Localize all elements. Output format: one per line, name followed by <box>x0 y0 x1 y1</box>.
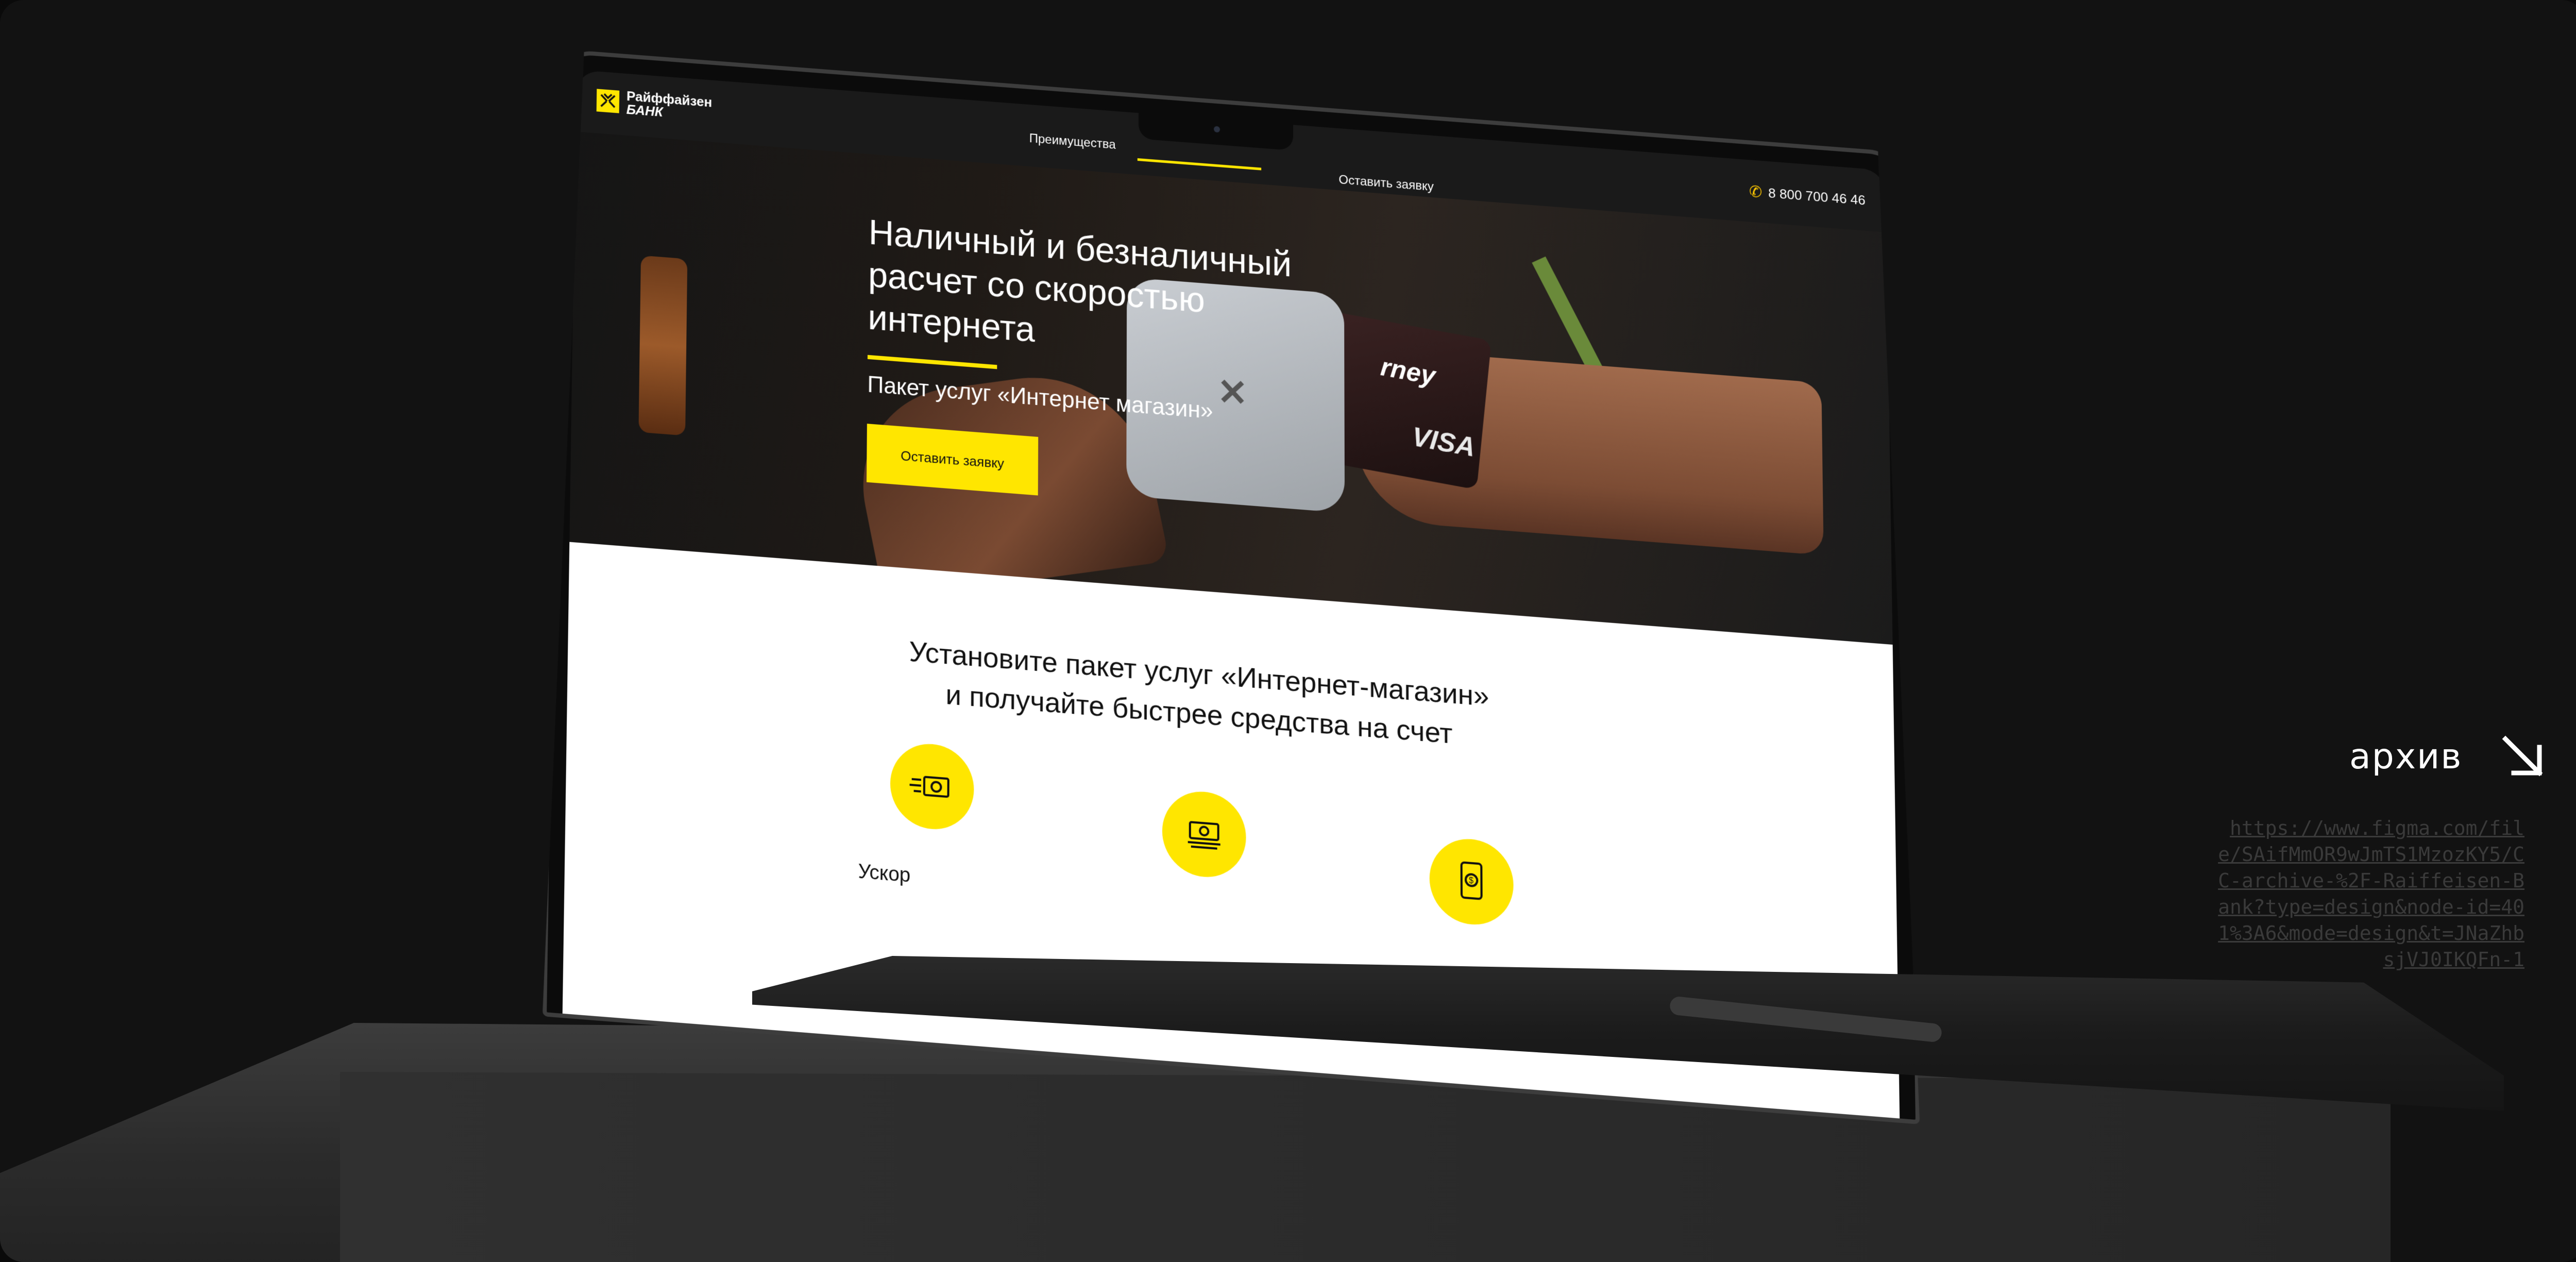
phone-contact[interactable]: ✆ 8 800 700 46 46 <box>1749 182 1866 209</box>
nav-active-indicator <box>1138 158 1261 170</box>
terminal-logo-icon: ✕ <box>1217 371 1248 414</box>
leather-strap-image <box>638 256 687 436</box>
laptop-screen: Райффайзен БАНК Преимущества Оставить за… <box>563 70 1900 1118</box>
concrete-pedestal-face <box>340 1072 2391 1262</box>
nav-item-advantages[interactable]: Преимущества <box>1029 131 1116 153</box>
money-stack-icon <box>1162 788 1246 880</box>
logo-text: Райффайзен БАНК <box>626 89 713 123</box>
archive-label: архив <box>2349 736 2463 777</box>
phone-number: 8 800 700 46 46 <box>1768 185 1866 208</box>
raiffeisen-logo-icon <box>597 89 620 113</box>
hero-title: Наличный и безналичный расчет со скорост… <box>868 212 1292 350</box>
bank-logo[interactable]: Райффайзен БАНК <box>597 87 713 122</box>
phone-icon: ✆ <box>1749 183 1762 201</box>
svg-text:$: $ <box>1469 876 1473 885</box>
archive-link[interactable]: архив <box>2349 732 2548 781</box>
feature-label-1: Ускор <box>858 860 911 887</box>
fast-money-icon <box>890 741 974 832</box>
mobile-payment-icon: $ <box>1429 836 1514 928</box>
arrow-down-right-icon <box>2498 732 2548 781</box>
hero-title-underline <box>868 355 997 369</box>
features-title: Установите пакет услуг «Интернет-магазин… <box>859 628 1539 761</box>
showcase-canvas: Райффайзен БАНК Преимущества Оставить за… <box>0 0 2576 1262</box>
camera-icon <box>1214 126 1220 132</box>
figma-archive-url[interactable]: https://www.figma.com/file/SAifMmOR9wJmT… <box>2215 815 2524 973</box>
